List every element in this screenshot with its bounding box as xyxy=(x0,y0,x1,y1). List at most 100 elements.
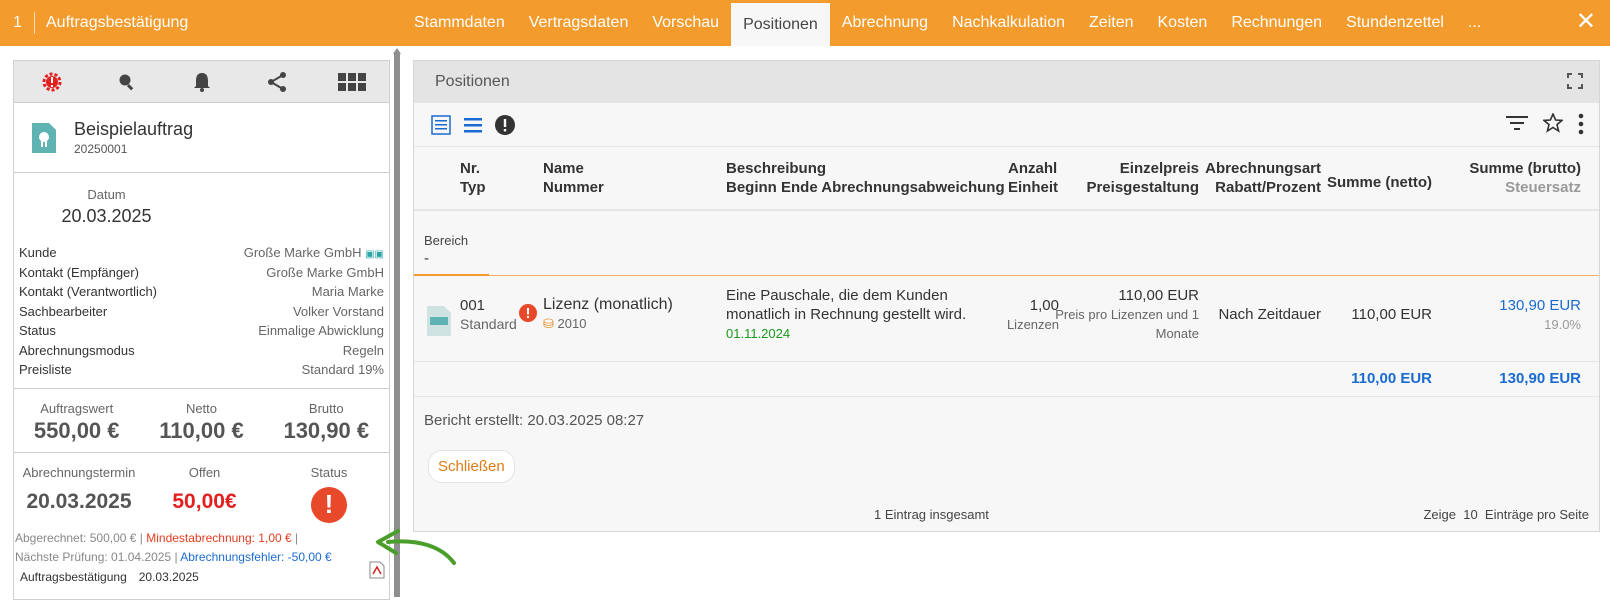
total-value: 110,00 € xyxy=(159,417,244,443)
panel-splitter[interactable] xyxy=(393,48,401,597)
tab-kosten[interactable]: Kosten xyxy=(1146,0,1220,46)
detail-value[interactable]: Große Marke GmbH ▣▣ xyxy=(244,245,384,260)
positions-panel: Positionen Nr. Typ Name Nummer Beschreibun… xyxy=(413,60,1600,532)
header-sum-net[interactable]: Summe (netto) xyxy=(1327,173,1432,192)
billing-date-value: 20.03.2025 xyxy=(26,489,132,513)
tab-stundenzettel[interactable]: Stundenzettel xyxy=(1334,0,1456,46)
tab-nachkalkulation[interactable]: Nachkalkulation xyxy=(940,0,1077,46)
detail-row: Preisliste Standard 19% xyxy=(19,360,384,380)
header-unit-price[interactable]: Einzelpreis Preisgestaltung xyxy=(1086,159,1199,197)
list-view-icon[interactable] xyxy=(462,114,484,136)
detail-key: Kunde xyxy=(19,245,57,261)
header-label: Name xyxy=(543,160,584,177)
position-nr: 001 xyxy=(460,297,486,314)
order-sidebar: Beispielauftrag 20250001 Datum 20.03.202… xyxy=(13,60,390,600)
billing-open-value: 50,00€ xyxy=(172,489,237,513)
position-name[interactable]: Lizenz (monatlich) xyxy=(543,295,673,314)
position-description: Eine Pauschale, die dem Kunden monatlich… xyxy=(726,287,967,323)
cell-sum-net: 110,00 EUR xyxy=(1351,305,1432,324)
detail-key: Sachbearbeiter xyxy=(19,303,108,319)
header-label: Beschreibung xyxy=(726,160,827,177)
order-number: 20250001 xyxy=(74,142,128,156)
detail-value: Volker Vorstand xyxy=(292,303,384,319)
cell-nr: 001 Standard xyxy=(460,296,517,334)
article-stack-icon: ⛁ xyxy=(543,316,554,331)
total-gross: Brutto 130,90 € xyxy=(283,401,369,444)
order-totals: Auftragswert 550,00 € Netto 110,00 € Brutt… xyxy=(14,389,389,453)
warning-filter-icon[interactable] xyxy=(494,114,516,136)
tab-zeiten[interactable]: Zeiten xyxy=(1077,0,1145,46)
cell-quantity: 1,00 Lizenzen xyxy=(1007,296,1059,334)
detail-row: Sachbearbeiter Volker Vorstand xyxy=(19,302,384,322)
position-number-row: ⛁ 2010 xyxy=(543,314,673,333)
area-group[interactable]: Bereich - xyxy=(414,211,1599,276)
certificate-document-icon xyxy=(32,122,56,153)
tab-more[interactable]: ... xyxy=(1456,0,1493,46)
detail-key: Status xyxy=(19,323,56,339)
document-row[interactable]: Auftragsbestätigung 20.03.2025 xyxy=(14,570,389,584)
detail-view-icon[interactable] xyxy=(430,114,452,136)
billed-amount: Abgerechnet: 500,00 € xyxy=(15,530,137,545)
position-sum-gross: 130,90 EUR xyxy=(1499,297,1581,314)
header-label: Nr. xyxy=(460,160,481,177)
order-header: Beispielauftrag 20250001 xyxy=(14,103,389,173)
page-size-suffix: Einträge pro Seite xyxy=(1484,507,1589,522)
header-sum-gross[interactable]: Summe (brutto) Steuersatz xyxy=(1469,159,1581,197)
billing-notes: Abgerechnet: 500,00 € | Mindestabrechnun… xyxy=(15,530,332,564)
fullscreen-icon[interactable] xyxy=(1567,73,1583,89)
sum-net: 110,00 EUR xyxy=(1351,370,1432,387)
area-label: Bereich xyxy=(424,233,469,248)
total-label: Auftragswert xyxy=(40,400,114,416)
close-button[interactable]: Schließen xyxy=(428,450,515,483)
detail-row: Kunde Große Marke GmbH ▣▣ xyxy=(19,243,384,263)
filter-icon[interactable] xyxy=(1505,113,1529,140)
tab-vertragsdaten[interactable]: Vertragsdaten xyxy=(517,0,641,46)
order-date: Datum 20.03.2025 xyxy=(14,173,199,229)
tab-vorschau[interactable]: Vorschau xyxy=(640,0,731,46)
billing-open: Offen 50,00€ xyxy=(150,465,260,523)
report-created: Bericht erstellt: 20.03.2025 08:27 xyxy=(424,412,645,429)
sum-row: 110,00 EUR 130,90 EUR xyxy=(414,362,1599,397)
star-icon[interactable] xyxy=(1541,111,1565,140)
table-row[interactable]: 001 Standard Lizenz (monatlich) ⛁ 2010 Ein… xyxy=(414,276,1599,362)
toolbar-actions xyxy=(1505,111,1585,140)
search-icon[interactable] xyxy=(107,72,147,92)
item-document-icon xyxy=(427,306,451,336)
tab-positionen[interactable]: Positionen xyxy=(731,3,830,46)
divider xyxy=(34,12,35,34)
page-size-select[interactable]: 10 xyxy=(1463,507,1477,522)
header-description[interactable]: Beschreibung Beginn Ende Abrechnungsabwei… xyxy=(726,159,1005,197)
more-vertical-icon[interactable] xyxy=(1577,113,1585,140)
order-details: Kunde Große Marke GmbH ▣▣ Kontakt (Empfän… xyxy=(14,229,389,389)
cell-billing-type: Nach Zeitdauer xyxy=(1218,305,1321,324)
billing-error-link[interactable]: Abrechnungsfehler: -50,00 € xyxy=(180,550,331,564)
header-billing-type[interactable]: Abrechnungsart Rabatt/Prozent xyxy=(1205,159,1321,197)
header-quantity[interactable]: Anzahl Einheit xyxy=(1008,159,1058,197)
grid-icon[interactable] xyxy=(332,72,372,92)
close-icon[interactable]: ✕ xyxy=(1576,10,1596,34)
header-label: Rabatt/Prozent xyxy=(1215,179,1321,196)
position-number: 2010 xyxy=(557,316,587,331)
pagination: 1 Eintrag insgesamt Zeige 10 Einträge pr… xyxy=(414,507,1599,525)
bell-icon[interactable] xyxy=(182,71,222,93)
document-date: 20.03.2025 xyxy=(138,569,199,584)
header-name[interactable]: Name Nummer xyxy=(543,159,604,197)
header-nr[interactable]: Nr. Typ xyxy=(460,159,486,197)
position-sum-net: 110,00 EUR xyxy=(1351,306,1432,323)
tab-rechnungen[interactable]: Rechnungen xyxy=(1219,0,1334,46)
total-label: Brutto xyxy=(308,400,344,416)
alert-gear-icon[interactable] xyxy=(32,71,72,93)
annotation-arrow-icon xyxy=(376,529,456,565)
tab-abrechnung[interactable]: Abrechnung xyxy=(830,0,940,46)
warning-icon[interactable]: ! xyxy=(311,486,347,523)
total-label: Netto xyxy=(185,400,218,416)
position-date: 01.11.2024 xyxy=(726,326,791,341)
window-number: 1 xyxy=(13,14,22,31)
position-unit: Lizenzen xyxy=(1006,317,1059,332)
total-value: 550,00 € xyxy=(33,417,120,443)
contact-badges-icon: ▣▣ xyxy=(365,249,384,261)
tab-stammdaten[interactable]: Stammdaten xyxy=(402,0,517,46)
detail-key: Kontakt (Verantwortlich) xyxy=(19,284,158,300)
warning-icon[interactable] xyxy=(519,304,537,327)
share-icon[interactable] xyxy=(257,71,297,93)
